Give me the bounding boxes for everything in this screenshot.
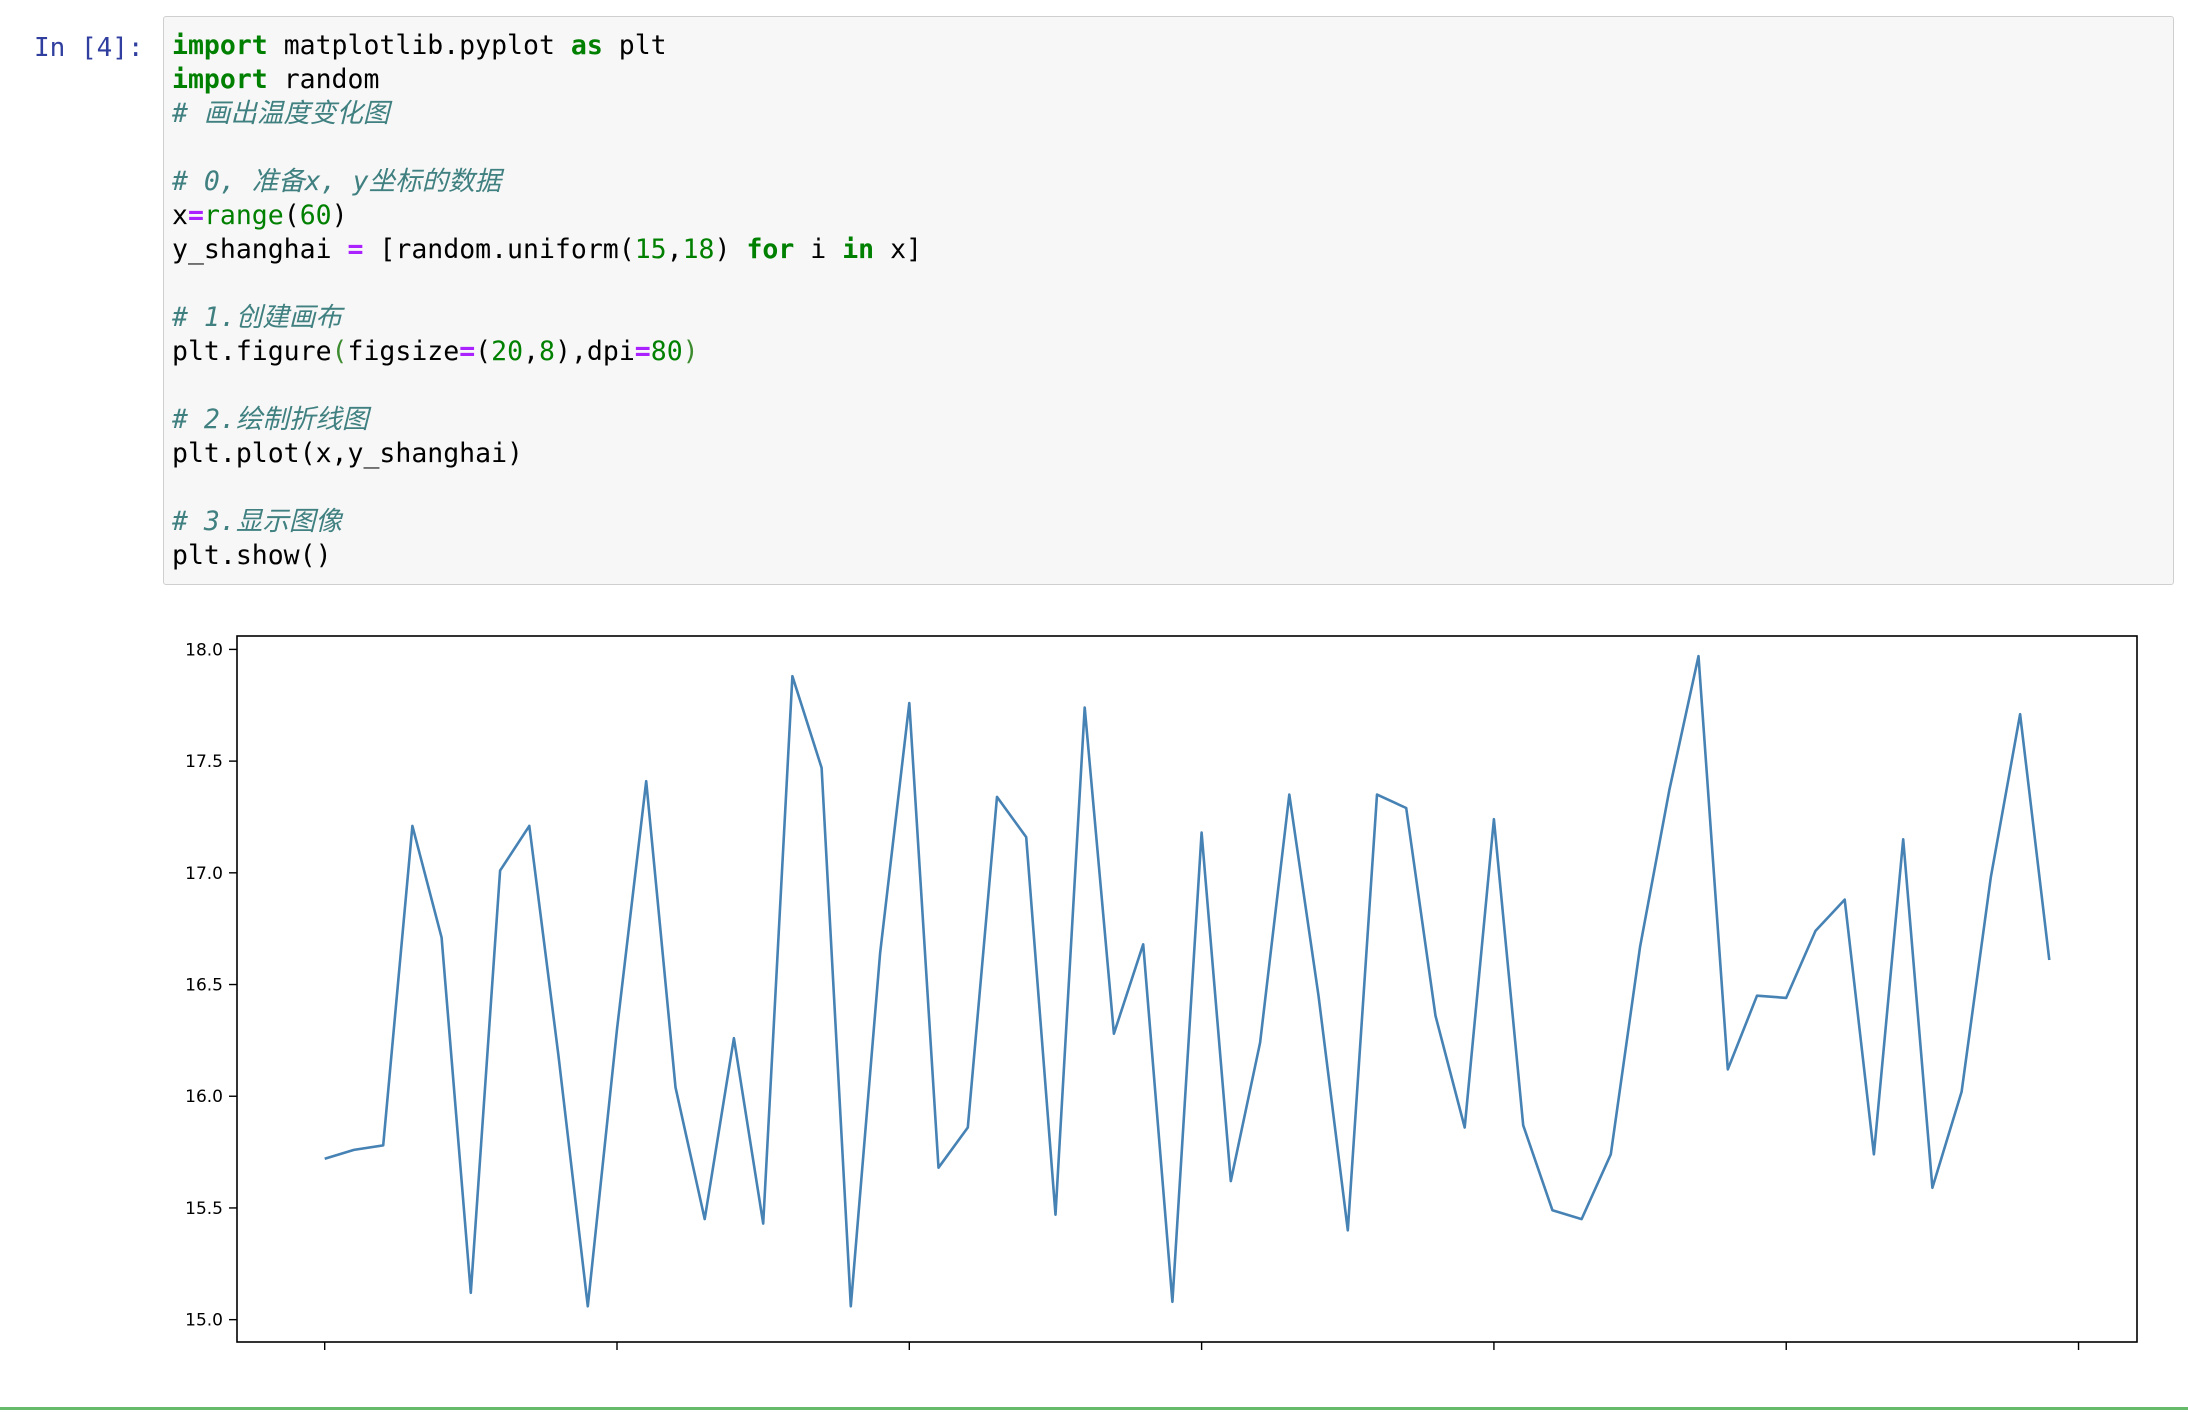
code-token: x — [172, 200, 188, 231]
code-line: import random — [172, 63, 922, 97]
code-token: in — [842, 234, 875, 265]
code-line: # 1.创建画布 — [172, 301, 922, 335]
code-token: ) — [682, 336, 699, 367]
input-prompt: In [4]: — [34, 33, 144, 63]
x-tick-label: 50 — [1775, 1359, 1797, 1360]
code-token: # 1.创建画布 — [172, 302, 342, 333]
code-token: plt.show() — [172, 540, 332, 571]
code-token: ( — [331, 336, 348, 367]
code-token: 20 — [491, 336, 524, 367]
x-tick-label: 30 — [1191, 1359, 1213, 1360]
code-token: ) — [714, 234, 747, 265]
y-tick-label: 15.0 — [185, 1311, 223, 1331]
code-token: , — [666, 234, 683, 265]
code-token: # 2.绘制折线图 — [172, 404, 369, 435]
y-tick-label: 17.5 — [185, 752, 223, 772]
code-token: x] — [874, 234, 922, 265]
code-token: ) — [331, 200, 348, 231]
code-token: = — [347, 234, 364, 265]
series-line — [324, 654, 2051, 1308]
code-token: 15 — [634, 234, 667, 265]
code-token: figsize — [347, 336, 460, 367]
code-line: # 2.绘制折线图 — [172, 403, 922, 437]
code-line: # 0, 准备x, y坐标的数据 — [172, 165, 922, 199]
code-token: # 画出温度变化图 — [172, 98, 390, 129]
code-token: ( — [475, 336, 492, 367]
code-token: # 3.显示图像 — [172, 506, 342, 537]
y-tick-label: 17.0 — [185, 864, 223, 884]
code-token: 80 — [650, 336, 683, 367]
code-line: x=range(60) — [172, 199, 922, 233]
code-token: plt — [602, 30, 667, 61]
code-token: import — [172, 30, 268, 61]
y-tick-label: 18.0 — [185, 640, 223, 660]
code-token: # 0, 准备x, y坐标的数据 — [172, 166, 502, 197]
code-line: plt.show() — [172, 539, 922, 573]
y-tick-label: 15.5 — [185, 1199, 223, 1219]
output-area: 0 10 20 30 40 50 60 15.0 15.5 16.0 16.5 17.0 17.5 18.… — [163, 600, 2174, 1379]
code-line: plt.plot(x,y_shanghai) — [172, 437, 922, 471]
y-tick-label: 16.0 — [185, 1087, 223, 1107]
code-token: 8 — [539, 336, 555, 367]
code-token: ( — [283, 200, 300, 231]
code-token: ),dpi — [555, 336, 635, 367]
cell-bottom-border — [0, 1407, 2188, 1410]
code-token: 18 — [682, 234, 715, 265]
code-token: random — [267, 64, 380, 95]
code-line: # 3.显示图像 — [172, 505, 922, 539]
x-tick-label: 60 — [2068, 1359, 2090, 1360]
code-token: import — [172, 64, 268, 95]
x-tick-label: 10 — [606, 1359, 628, 1360]
code-token: = — [634, 336, 651, 367]
line-chart: 0 10 20 30 40 50 60 15.0 15.5 16.0 16.5 17.0 17.5 18.… — [185, 635, 2138, 1379]
code-line: plt.figure(figsize=(20,8),dpi=80) — [172, 335, 922, 369]
x-tick-label: 0 — [319, 1359, 330, 1360]
code-token: , — [523, 336, 540, 367]
code-token: 60 — [299, 200, 332, 231]
code-token: plt.figure — [172, 336, 332, 367]
code-token: as — [570, 30, 603, 61]
code-token: range — [203, 200, 284, 231]
x-tick-label: 40 — [1483, 1359, 1505, 1360]
notebook-cell[interactable]: In [4]: import matplotlib.pyplot as plt i… — [0, 0, 2188, 1412]
code-line: import matplotlib.pyplot as plt — [172, 29, 922, 63]
plot-frame — [236, 635, 2138, 1343]
code-token: matplotlib.pyplot — [267, 30, 571, 61]
code-token: [random.uniform( — [363, 234, 635, 265]
code-token: y_shanghai — [172, 234, 348, 265]
x-tick-label: 20 — [898, 1359, 920, 1360]
code-token: = — [459, 336, 476, 367]
code-token: plt.plot(x,y_shanghai) — [172, 438, 523, 469]
code-line: # 画出温度变化图 — [172, 97, 922, 131]
code-token: i — [794, 234, 843, 265]
code-token: for — [746, 234, 795, 265]
code-line: y_shanghai = [random.uniform(15,18) for … — [172, 233, 922, 267]
code-editor[interactable]: import matplotlib.pyplot as plt import ra… — [172, 29, 922, 573]
y-tick-label: 16.5 — [185, 976, 223, 996]
code-token: = — [187, 200, 204, 231]
